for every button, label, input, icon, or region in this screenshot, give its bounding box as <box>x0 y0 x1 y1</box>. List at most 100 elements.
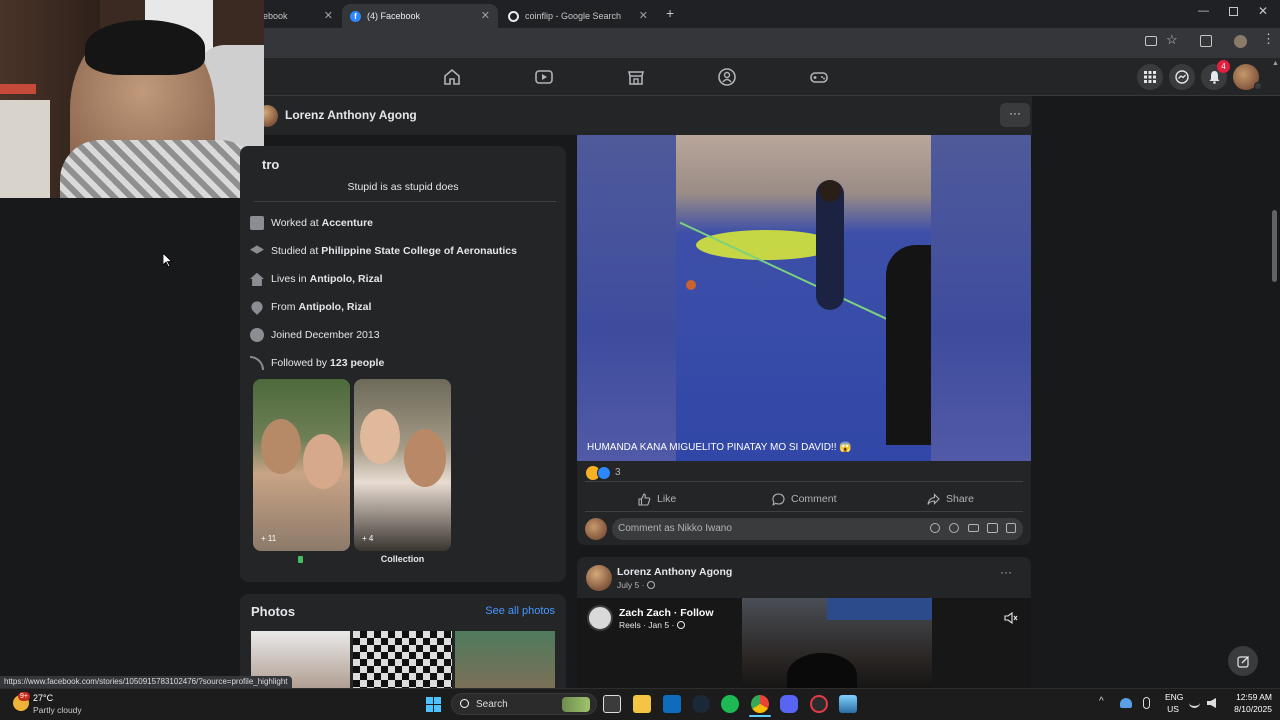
reel-author[interactable]: Zach Zach · Follow <box>619 607 714 619</box>
active-app-indicator <box>749 715 771 717</box>
app-icon[interactable] <box>810 695 828 713</box>
reel-date: Reels · Jan 5 · <box>619 620 675 630</box>
wifi-icon[interactable] <box>1189 698 1200 708</box>
like-button[interactable]: Like <box>638 489 676 509</box>
reaction-count[interactable]: 3 <box>615 467 621 478</box>
intro-row-value[interactable]: Philippine State College of Aeronautics <box>321 245 517 257</box>
divider <box>585 481 1023 482</box>
clock-time[interactable]: 12:59 AM <box>1222 692 1272 702</box>
new-tab-plus-icon[interactable]: + <box>666 5 674 21</box>
share-arrow-icon <box>927 492 940 505</box>
close-window-icon[interactable]: ✕ <box>1258 4 1268 18</box>
intro-row-prefix: Studied at <box>271 245 319 257</box>
intro-row-joined: Joined December 2013 <box>250 326 380 344</box>
post-caption: HUMANDA KANA MIGUELITO PINATAY MO SI DAV… <box>587 442 852 453</box>
highlight-tile[interactable]: + 4 <box>354 379 451 551</box>
intro-card: tro Stupid is as stupid does Worked at Ac… <box>240 146 566 582</box>
author-avatar[interactable] <box>586 565 612 591</box>
new-message-button[interactable] <box>1228 646 1258 676</box>
home-icon[interactable] <box>442 67 462 87</box>
avatar-sticker-icon[interactable] <box>930 523 940 533</box>
groups-icon[interactable] <box>717 67 737 87</box>
comment-placeholder: Comment as Nikko Iwano <box>618 523 732 534</box>
share-button[interactable]: Share <box>927 489 974 509</box>
link-status-bar: https://www.facebook.com/stories/1050915… <box>0 676 292 688</box>
weather-desc[interactable]: Partly cloudy <box>33 705 82 715</box>
onedrive-cloud-icon[interactable] <box>1120 698 1132 708</box>
mute-speaker-icon[interactable] <box>1004 612 1018 624</box>
close-tab-icon[interactable]: ✕ <box>481 9 490 22</box>
spotify-icon[interactable] <box>721 695 739 713</box>
file-explorer-icon[interactable] <box>633 695 651 713</box>
steam-icon[interactable] <box>692 695 710 713</box>
tab-facebook-1[interactable]: ebook ✕ <box>255 4 341 28</box>
minimize-window-icon[interactable]: — <box>1198 5 1209 17</box>
intro-row-value[interactable]: 123 people <box>330 357 384 369</box>
intro-row-prefix: Followed by <box>271 357 328 369</box>
post-options-icon[interactable]: ··· <box>1000 565 1012 579</box>
intro-row-value[interactable]: Antipolo, Rizal <box>299 301 372 313</box>
gaming-icon[interactable] <box>809 67 829 87</box>
reel-meta: Reels · Jan 5 · <box>619 620 686 630</box>
sticker-icon[interactable] <box>1006 523 1016 533</box>
restore-window-icon[interactable] <box>1229 7 1238 16</box>
more-options-button[interactable]: ··· <box>1000 103 1030 127</box>
windows-start-icon[interactable] <box>426 697 441 712</box>
menu-grid-icon[interactable] <box>1137 64 1163 90</box>
post-card: Lorenz Anthony Agong July 5 · ··· Zach Z… <box>577 557 1031 697</box>
globe-icon <box>647 581 656 589</box>
graduation-cap-icon <box>250 245 264 254</box>
intro-row-value[interactable]: Antipolo, Rizal <box>310 273 383 285</box>
intro-row-value[interactable]: Accenture <box>322 217 373 229</box>
mouse-cursor-icon <box>163 253 173 267</box>
show-hidden-icons-chevron-icon[interactable]: ^ <box>1099 696 1104 707</box>
scroll-up-icon[interactable]: ▲ <box>1272 60 1279 70</box>
video-icon[interactable] <box>534 67 554 87</box>
install-app-icon[interactable] <box>1145 36 1157 46</box>
intro-row-followers: Followed by 123 people <box>250 354 384 372</box>
microphone-icon[interactable] <box>1143 697 1150 709</box>
browser-menu-icon[interactable]: ⋮ <box>1262 32 1275 45</box>
close-tab-icon[interactable]: ✕ <box>639 9 648 22</box>
marketplace-icon[interactable] <box>626 67 646 87</box>
clock-date[interactable]: 8/10/2025 <box>1222 704 1272 714</box>
share-label: Share <box>946 493 975 505</box>
chevron-down-icon[interactable] <box>1254 82 1262 90</box>
messenger-icon[interactable] <box>1169 64 1195 90</box>
intro-row-work: Worked at Accenture <box>250 214 373 232</box>
language-bottom[interactable]: US <box>1165 704 1181 714</box>
language-top[interactable]: ENG <box>1165 692 1183 702</box>
bookmark-star-icon[interactable]: ☆ <box>1166 32 1178 48</box>
gif-icon[interactable] <box>987 523 998 533</box>
taskbar-search-box[interactable]: Search <box>451 693 597 715</box>
chrome-icon[interactable] <box>751 695 769 713</box>
microsoft-store-icon[interactable] <box>663 695 681 713</box>
tab-google-search[interactable]: coinflip - Google Search ✕ <box>500 4 656 28</box>
task-view-icon[interactable] <box>603 695 621 713</box>
comment-button[interactable]: Comment <box>772 489 837 509</box>
like-reaction-icon[interactable] <box>597 466 611 480</box>
comment-input[interactable]: Comment as Nikko Iwano <box>612 518 1023 540</box>
emoji-icon[interactable] <box>949 523 959 533</box>
close-tab-icon[interactable]: ✕ <box>324 9 333 22</box>
page-scrollbar-thumb[interactable] <box>1272 210 1277 282</box>
app-icon[interactable] <box>839 695 857 713</box>
location-pin-icon <box>249 299 265 315</box>
highlight-tile[interactable]: + 11 <box>253 379 350 551</box>
post-video-frame[interactable] <box>676 135 931 461</box>
compose-pencil-icon <box>1236 655 1249 668</box>
camera-icon[interactable] <box>968 524 979 532</box>
tab-facebook-active[interactable]: f (4) Facebook ✕ <box>342 4 498 28</box>
see-all-photos-link[interactable]: See all photos <box>485 605 555 617</box>
post-author[interactable]: Lorenz Anthony Agong <box>617 566 732 578</box>
post-date[interactable]: July 5 · <box>617 580 644 590</box>
post-meta: July 5 · <box>617 580 656 590</box>
extensions-puzzle-icon[interactable] <box>1200 35 1212 47</box>
weather-temp[interactable]: 27°C <box>33 693 53 703</box>
search-icon <box>460 699 469 708</box>
highlight-label[interactable]: Collection <box>354 554 451 564</box>
profile-name[interactable]: Lorenz Anthony Agong <box>285 108 417 122</box>
discord-icon[interactable] <box>780 695 798 713</box>
browser-profile-avatar[interactable] <box>1234 35 1247 48</box>
reel-author-avatar[interactable] <box>587 605 613 631</box>
